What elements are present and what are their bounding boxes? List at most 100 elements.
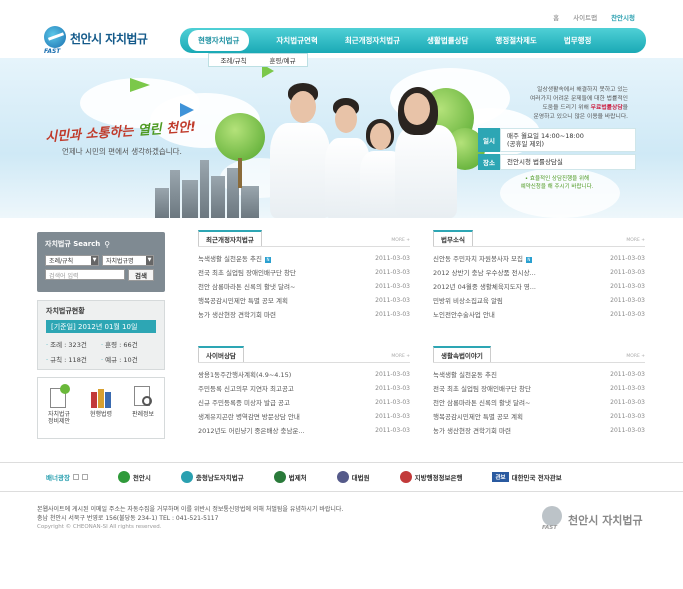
logo-emblem-icon [44,26,66,48]
document-plant-icon [48,384,70,408]
top-links: 홈 사이트맵 찬안시청 [553,12,635,22]
logo-fast-text: FAST [44,48,61,55]
more-link[interactable]: MORE + [626,354,645,362]
stats-title: 자치법규현황 [46,307,85,315]
banner-cheonan[interactable]: 천안시 [117,471,151,483]
list-item[interactable]: 천안 삼룡마라톤 신록의 활냇 달려~ 2011-03-03 [198,279,410,293]
chungnam-logo-icon [180,471,193,483]
list-item[interactable]: 2012년도 어린냥기 중은배상 충남운... 2011-03-03 [198,423,410,437]
hero-subslogan: 언제나 시민의 편에서 생각하겠습니다. [62,147,182,156]
footer-info: 본웹사이트에 게시된 이메일 주소는 자동수집을 거부하며 이를 위반시 정보통… [37,505,343,532]
logo-emblem-icon [542,506,562,526]
footer-copyright: Copyright © CHEONAN-SI All rights reserv… [37,524,162,530]
list-item[interactable]: 전국 최초 실업팀 장애인배구단 창단 2011-03-03 [433,381,645,395]
search-button[interactable]: 검색 [128,269,154,281]
list-item[interactable]: 2012 상반기 충남 우수상품 전시상... 2011-03-03 [433,265,645,279]
search-category-select[interactable]: 조례/규칙 ▼ [45,255,99,266]
consult-note: • 효율적인 상담진행을 위해 예약신청을 해 주시기 바랍니다. [520,176,594,190]
stat-directive: 훈령 : 66건 [101,339,156,349]
list-item[interactable]: 행복공감시민제안 특별 공모 계획 2011-03-03 [198,293,410,307]
home-link[interactable]: 홈 [553,12,559,22]
search-icon: ⚲ [104,239,111,249]
subnav-ordinance[interactable]: 조례/규칙 [220,55,246,65]
search-input[interactable]: 검색어 입력 [45,269,125,280]
banner-moleg[interactable]: 법제처 [273,471,307,483]
local-info-logo-icon [399,471,412,483]
subnav-directive[interactable]: 훈령/예규 [269,55,295,65]
board-title[interactable]: 최근개정자치법규 [198,230,262,246]
site-logo[interactable]: FAST 천안시 자치법규 [44,26,154,56]
quick-current-laws[interactable]: 현행법령 [83,384,119,438]
city-skyline [155,158,265,218]
consult-description: 일상생활속에서 해결하지 못하고 있는 여러가지 어려운 문제들에 대한 법률적… [529,87,628,120]
moleg-logo-icon [273,471,286,483]
list-item[interactable]: 민방위 비상소집교육 알림 2011-03-03 [433,293,645,307]
law-search-box: 자치법규 Search ⚲ 조례/규칙 ▼ 자치법규명 ▼ 검색어 입력 검색 [37,232,165,292]
banner-chungnam[interactable]: 충청남도자치법규 [180,471,244,483]
search-field-select[interactable]: 자치법규명 ▼ [102,255,154,266]
paper-plane-icon [130,78,150,92]
quick-precedents[interactable]: 판례정보 [125,384,161,438]
board-title[interactable]: 법무소식 [433,230,473,246]
paper-plane-icon [180,103,194,117]
banner-local-info[interactable]: 지방행정정보은행 [399,471,462,483]
chevron-down-icon: ▼ [146,256,153,265]
play-icon[interactable] [72,474,79,480]
new-badge-icon: N [264,257,271,263]
family-photo [270,83,460,218]
board-title[interactable]: 생활속법이야기 [433,346,491,362]
board-life-law: 생활속법이야기 MORE + 녹색생활 실천운동 추진 2011-03-03 전국… [433,346,645,437]
list-item[interactable]: 전국 최초 실업팀 장애인배구단 창단 2011-03-03 [198,265,410,279]
list-item[interactable]: 천안 삼룡마라톤 신록의 활냇 달려~ 2011-03-03 [433,395,645,409]
list-item[interactable]: 신안동 주민자치 자원봉사자 모집 N 2011-03-03 [433,251,645,265]
consult-info-box: 일상생활속에서 해결하지 못하고 있는 여러가지 어려운 문제들에 대한 법률적… [478,82,636,190]
nav-recent-revisions[interactable]: 최근개정자치법규 [345,35,400,46]
nav-legal-admin[interactable]: 법무행정 [564,35,592,46]
tree-icon [215,113,265,161]
list-item[interactable]: 신규 주민등록증 미상자 발급 공고 2011-03-03 [198,395,410,409]
more-link[interactable]: MORE + [626,238,645,246]
sitemap-link[interactable]: 사이트맵 [573,12,597,22]
list-item[interactable]: 2012년 04월중 생활체육지도자 영... 2011-03-03 [433,279,645,293]
list-item[interactable]: 생계유지곤란 병역감면 방문상담 안내 2011-03-03 [198,409,410,423]
banner-label: 배너광장 [46,474,70,482]
chevron-down-icon: ▼ [91,256,98,265]
logo-title: 천안시 자치법규 [70,32,148,46]
nav-admin-procedure[interactable]: 행정절차제도 [495,35,536,46]
list-item[interactable]: 주민등록 신고의무 지연자 최고공고 2011-03-03 [198,381,410,395]
cityhall-link[interactable]: 찬안시청 [611,12,635,22]
consult-time-row: 일시 매주 월요일 14:00~18:00 (공휴일 제외) [478,128,636,152]
list-item[interactable]: 녹색생활 실천운동 추진 N 2011-03-03 [198,251,410,265]
list-item[interactable]: 쌍용1동주간행사계획(4.9~4.15) 2011-03-03 [198,367,410,381]
subnav: 조례/규칙 훈령/예규 [208,53,308,67]
nav-law-history[interactable]: 자치법규연혁 [276,35,317,46]
quick-proposal[interactable]: 자치법규 정비제안 [41,384,77,438]
quick-links: 자치법규 정비제안 현행법령 판례정보 [37,377,165,439]
more-link[interactable]: MORE + [391,238,410,246]
list-item[interactable]: 녹색생활 실천운동 추진 2011-03-03 [433,367,645,381]
board-recent-revisions: 최근개정자치법규 MORE + 녹색생활 실천운동 추진 N 2011-03-03 … [198,230,410,321]
pause-icon[interactable] [81,474,88,480]
stat-rule: 규칙 : 118건 [46,354,101,364]
banner-court[interactable]: 대법원 [336,471,370,483]
cheonan-logo-icon [117,471,130,483]
nav-legal-consult[interactable]: 생활법률상담 [427,35,468,46]
footer-address: 충남 천안시 서북구 번영로 156(불당동 234-1) TEL : 041-… [37,515,219,522]
board-legal-news: 법무소식 MORE + 신안동 주민자치 자원봉사자 모집 N 2011-03-03… [433,230,645,321]
footer-notice: 본웹사이트에 게시된 이메일 주소는 자동수집을 거부하며 이를 위반시 정보통… [37,506,344,513]
court-logo-icon [336,471,349,483]
banner-gazette[interactable]: 관보 대한민국 전자관보 [492,472,562,482]
board-title[interactable]: 사이버상담 [198,346,244,362]
law-stats-box: 자치법규현황 [기준일] 2012년 01월 10일 조례 : 323건 훈령 … [37,300,165,370]
books-icon [90,384,112,408]
list-item[interactable]: 노인전안수술사업 안내 2011-03-03 [433,307,645,321]
list-item[interactable]: 농가 생산현장 견학기회 마련 2011-03-03 [198,307,410,321]
footer-logo: FAST 천안시 자치법규 [542,506,652,532]
list-item[interactable]: 농가 생산현장 견학기회 마련 2011-03-03 [433,423,645,437]
nav-current-laws[interactable]: 현행자치법규 [188,30,250,51]
main-nav: 현행자치법규 자치법규연혁 최근개정자치법규 생활법률상담 행정절차제도 법무행… [180,28,646,53]
gazette-tag: 관보 [492,472,509,482]
list-item[interactable]: 행복공감시민제안 특별 공모 계획 2011-03-03 [433,409,645,423]
more-link[interactable]: MORE + [391,354,410,362]
stat-regulation: 예규 : 10건 [101,354,156,364]
